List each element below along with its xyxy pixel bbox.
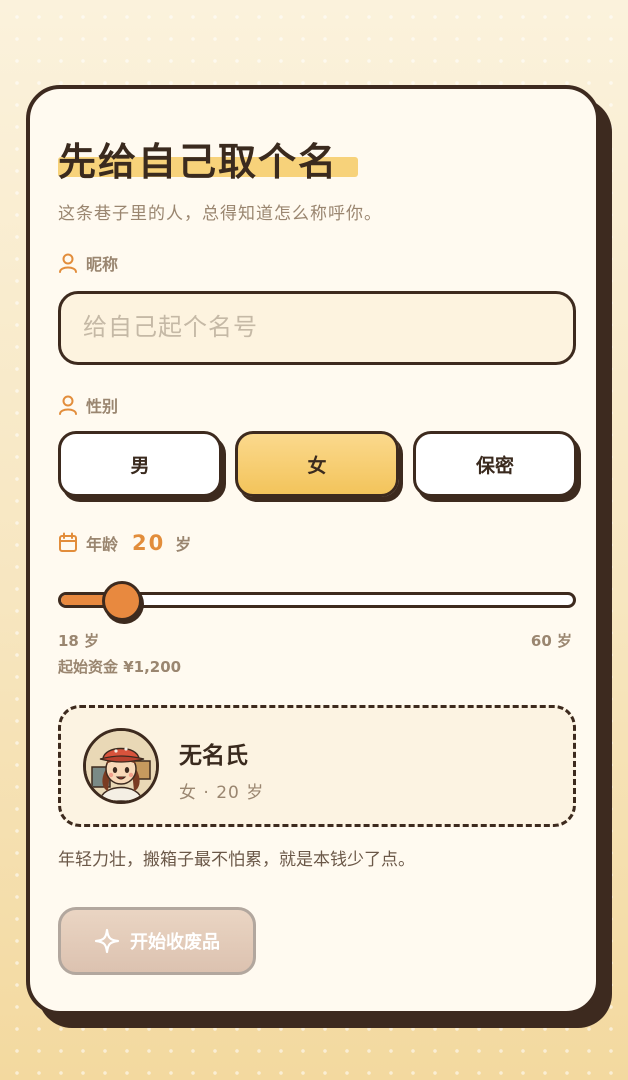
age-unit: 岁	[175, 535, 192, 554]
sparkle-icon	[94, 928, 120, 954]
gender-option-male[interactable]: 男	[58, 431, 222, 497]
start-button-label: 开始收废品	[130, 932, 220, 953]
age-max-label: 60 岁	[530, 632, 572, 650]
title-block: 先给自己取个名	[58, 131, 358, 186]
age-min-label: 18 岁	[58, 632, 100, 650]
preview-meta: 女 · 20 岁	[179, 783, 265, 803]
gender-option-secret[interactable]: 保密	[413, 431, 577, 497]
character-preview: 无名氏 女 · 20 岁	[58, 705, 576, 827]
start-button[interactable]: 开始收废品	[58, 907, 256, 975]
nickname-input[interactable]: 给自己起个名号	[58, 291, 576, 365]
gender-label-text: 性别	[86, 397, 119, 416]
character-setup-card: 先给自己取个名 这条巷子里的人，总得知道怎么称呼你。 昵称 给自己起个名号 性别…	[26, 85, 600, 1015]
preview-name: 无名氏	[179, 743, 248, 769]
user-icon	[59, 253, 77, 273]
age-value: 20	[132, 531, 166, 555]
page-subtitle: 这条巷子里的人，总得知道怎么称呼你。	[58, 204, 382, 224]
gender-option-female[interactable]: 女	[235, 431, 399, 497]
age-label-text: 年龄	[86, 535, 119, 554]
avatar-icon	[86, 731, 156, 801]
character-description: 年轻力壮，搬箱子最不怕累，就是本钱少了点。	[58, 850, 415, 870]
starting-funds: 起始资金 ¥1,200	[58, 658, 182, 676]
user-icon	[59, 395, 77, 415]
nickname-label: 昵称	[58, 251, 118, 275]
page-title: 先给自己取个名	[58, 140, 339, 184]
calendar-icon	[59, 532, 77, 552]
age-label: 年龄 20 岁	[58, 531, 191, 555]
avatar	[83, 728, 159, 804]
nickname-label-text: 昵称	[86, 255, 119, 274]
age-slider-thumb[interactable]	[102, 581, 143, 621]
gender-label: 性别	[58, 393, 118, 417]
